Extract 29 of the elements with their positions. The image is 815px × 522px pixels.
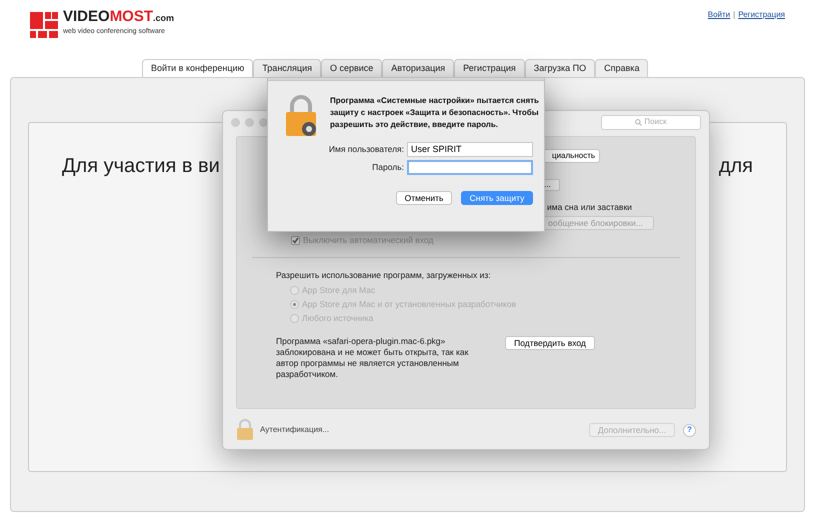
field-label: Имя пользователя: xyxy=(328,143,404,156)
logo-text: VIDEOMOST.com xyxy=(63,8,174,27)
sleep-label: има сна или заставки xyxy=(547,201,633,214)
search-icon xyxy=(635,118,642,126)
padlock-icon xyxy=(285,95,317,137)
username-field[interactable]: User SPIRIT xyxy=(407,142,533,157)
nav-tab[interactable]: Войти в конференцию xyxy=(142,59,254,77)
confirm-login-button[interactable]: Подтвердить вход xyxy=(505,336,595,350)
password-field[interactable] xyxy=(407,160,533,175)
nav-tab[interactable]: Трансляция xyxy=(253,59,321,77)
nav-tab[interactable]: Авторизация xyxy=(382,59,454,77)
nav-tab[interactable]: Загрузка ПО xyxy=(524,59,596,77)
allow-label: Разрешить использование программ, загруженных из: xyxy=(276,268,492,282)
page-heading: для xyxy=(718,154,753,177)
header-link[interactable]: Регистрация xyxy=(738,9,785,21)
field-label: Пароль: xyxy=(372,161,404,174)
help-button[interactable]: ? xyxy=(683,424,696,436)
auth-label: Аутентификация... xyxy=(260,424,330,436)
page-heading: Для участия в ви xyxy=(62,154,220,177)
header-link[interactable]: Войти xyxy=(708,9,730,21)
cancel-button[interactable]: Отменить xyxy=(396,191,452,205)
blocked-message: Программа «safari-opera-plugin.mac-6.pkg» заблокирована и не может быть открыта, так как автор программы не является установленным разработчиком. xyxy=(276,336,470,380)
link-separator: | xyxy=(733,9,736,21)
nav-tab[interactable]: О сервисе xyxy=(320,59,382,77)
padlock-icon[interactable] xyxy=(236,419,254,441)
nav-tab[interactable]: Справка xyxy=(595,59,648,77)
nav-tab[interactable]: Регистрация xyxy=(454,59,525,77)
dialog-message: Программа «Системные настройки» пытается снять защиту с настроек «Защита и безопасность». Чтобы разрешить это действие, введите пароль. xyxy=(330,95,540,131)
logo-icon xyxy=(30,12,58,38)
